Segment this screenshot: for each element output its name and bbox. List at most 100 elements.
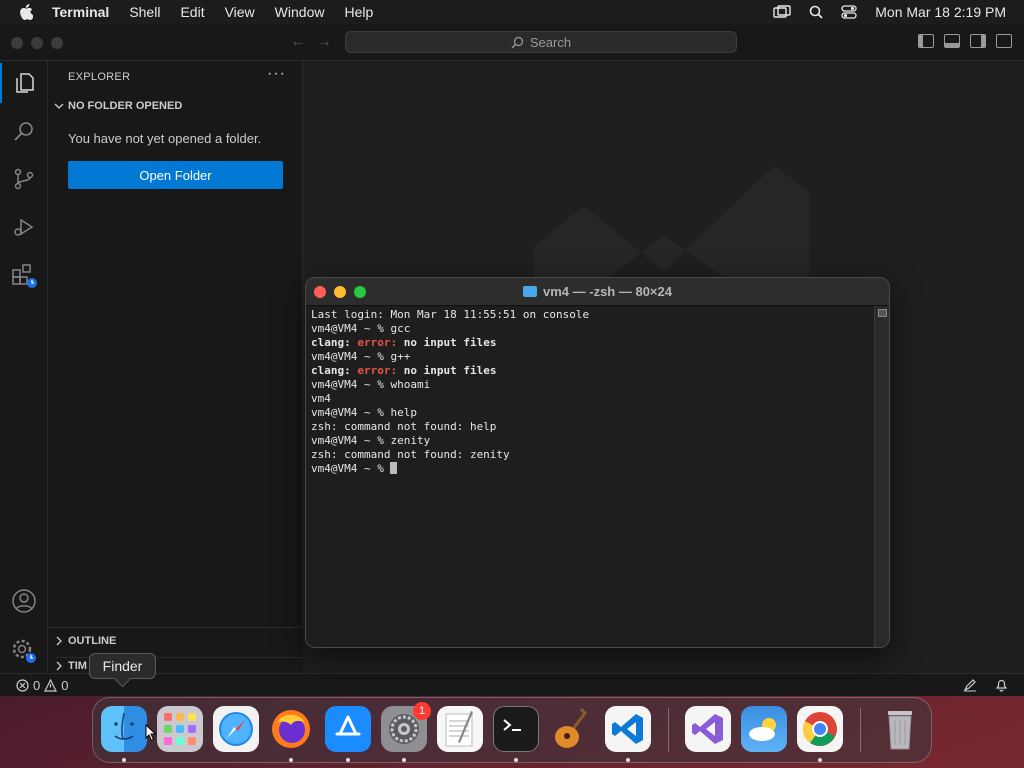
window-close-button[interactable] bbox=[11, 37, 23, 49]
explorer-sidebar: EXPLORER ··· NO FOLDER OPENED You have n… bbox=[48, 61, 303, 673]
toggle-secondary-sidebar-icon[interactable] bbox=[970, 34, 986, 48]
terminal-line: vm4@VM4 ~ % zenity bbox=[311, 434, 431, 447]
terminal-titlebar[interactable]: vm4 — -zsh — 80×24 bbox=[306, 278, 889, 306]
more-actions-icon[interactable]: ··· bbox=[267, 65, 286, 83]
menu-app-terminal[interactable]: Terminal bbox=[52, 4, 119, 20]
app-store-running-indicator bbox=[346, 758, 350, 762]
scroll-marker-icon bbox=[878, 309, 887, 317]
garageband-icon[interactable] bbox=[549, 706, 595, 752]
finder-running-indicator bbox=[122, 758, 126, 762]
terminal-title-text: vm4 — -zsh — 80×24 bbox=[543, 284, 672, 299]
terminal-cursor bbox=[390, 462, 398, 474]
vscode-icon[interactable] bbox=[605, 706, 651, 752]
chevron-right-icon bbox=[56, 636, 62, 646]
chevron-right-icon bbox=[56, 661, 62, 671]
dock: 1 bbox=[92, 697, 932, 763]
menu-shell[interactable]: Shell bbox=[119, 4, 170, 20]
problems-status[interactable]: 0 0 bbox=[0, 678, 68, 693]
terminal-line: vm4 bbox=[311, 392, 331, 405]
window-minimize-button[interactable] bbox=[31, 37, 43, 49]
terminal-icon[interactable] bbox=[493, 706, 539, 752]
app-store-icon[interactable] bbox=[325, 706, 371, 752]
firefox-icon[interactable] bbox=[268, 706, 314, 752]
folder-icon bbox=[523, 286, 537, 297]
menu-bar: Terminal Shell Edit View Window Help Mon… bbox=[0, 0, 1024, 24]
window-zoom-button[interactable] bbox=[51, 37, 63, 49]
vscode-titlebar: ← → Search bbox=[0, 24, 1024, 61]
finder-icon[interactable] bbox=[101, 706, 147, 752]
error-count: 0 bbox=[33, 677, 41, 693]
trash-icon[interactable] bbox=[877, 706, 923, 752]
terminal-prompt-line: vm4@VM4 ~ % bbox=[311, 462, 871, 476]
customize-layout-icon[interactable] bbox=[996, 34, 1012, 48]
terminal-line: Last login: Mon Mar 18 11:55:51 on conso… bbox=[311, 308, 590, 321]
command-center-placeholder: Search bbox=[529, 34, 572, 50]
no-folder-section-label: NO FOLDER OPENED bbox=[68, 100, 183, 112]
outline-section-header[interactable]: OUTLINE bbox=[54, 635, 116, 647]
menu-edit[interactable]: Edit bbox=[170, 4, 214, 20]
menu-help[interactable]: Help bbox=[334, 4, 383, 20]
terminal-running-indicator bbox=[514, 758, 518, 762]
extensions-icon[interactable] bbox=[0, 255, 48, 295]
no-folder-section-header[interactable]: NO FOLDER OPENED bbox=[54, 100, 182, 112]
settings-badge: 1 bbox=[413, 702, 431, 720]
back-arrow-icon[interactable]: ← bbox=[290, 33, 306, 51]
terminal-line: clang: error: no input files bbox=[311, 364, 497, 377]
chevron-down-icon bbox=[54, 103, 64, 109]
menu-view[interactable]: View bbox=[215, 4, 265, 20]
control-center-icon[interactable] bbox=[841, 5, 857, 19]
menubar-clock[interactable]: Mon Mar 18 2:19 PM bbox=[875, 4, 1006, 20]
search-icon bbox=[511, 36, 524, 49]
no-folder-message: You have not yet opened a folder. bbox=[68, 131, 262, 146]
terminal-output[interactable]: Last login: Mon Mar 18 11:55:51 on conso… bbox=[306, 306, 876, 647]
screen-mirroring-icon[interactable] bbox=[773, 5, 791, 19]
vscode-running-indicator bbox=[626, 758, 630, 762]
spotlight-search-icon[interactable] bbox=[809, 5, 823, 19]
open-folder-button[interactable]: Open Folder bbox=[68, 161, 283, 189]
terminal-line: zsh: command not found: help bbox=[311, 420, 497, 433]
dock-tooltip: Finder bbox=[89, 653, 156, 679]
command-center-search[interactable]: Search bbox=[345, 31, 737, 53]
menu-window[interactable]: Window bbox=[265, 4, 335, 20]
firefox-running-indicator bbox=[289, 758, 293, 762]
forward-arrow-icon[interactable]: → bbox=[316, 33, 332, 51]
manage-gear-icon[interactable] bbox=[0, 631, 48, 671]
run-and-debug-icon[interactable] bbox=[0, 207, 48, 247]
terminal-line: vm4@VM4 ~ % help bbox=[311, 406, 417, 419]
terminal-line: vm4@VM4 ~ % whoami bbox=[311, 378, 431, 391]
terminal-line: vm4@VM4 ~ % g++ bbox=[311, 350, 411, 363]
accounts-icon[interactable] bbox=[0, 581, 48, 621]
weather-icon[interactable] bbox=[741, 706, 787, 752]
warning-count: 0 bbox=[61, 677, 69, 693]
activity-bar bbox=[0, 61, 48, 673]
warning-icon bbox=[44, 678, 58, 692]
notifications-bell-icon[interactable] bbox=[995, 678, 1008, 692]
terminal-line: clang: error: no input files bbox=[311, 336, 497, 349]
sidebar-bottom-sections: OUTLINE TIM bbox=[48, 627, 303, 673]
terminal-title: vm4 — -zsh — 80×24 bbox=[306, 284, 889, 299]
terminal-line: zsh: command not found: zenity bbox=[311, 448, 510, 461]
mouse-pointer-icon bbox=[145, 724, 157, 742]
chrome-icon[interactable] bbox=[797, 706, 843, 752]
launchpad-icon[interactable] bbox=[157, 706, 203, 752]
timeline-section-label: TIM bbox=[68, 660, 87, 672]
safari-icon[interactable] bbox=[213, 706, 259, 752]
toggle-primary-sidebar-icon[interactable] bbox=[918, 34, 934, 48]
dock-separator bbox=[860, 708, 861, 752]
source-control-icon[interactable] bbox=[0, 159, 48, 199]
terminal-line: vm4@VM4 ~ % gcc bbox=[311, 322, 411, 335]
settings-running-indicator bbox=[402, 758, 406, 762]
toggle-panel-icon[interactable] bbox=[944, 34, 960, 48]
apple-menu-icon[interactable] bbox=[0, 4, 52, 20]
chrome-running-indicator bbox=[818, 758, 822, 762]
search-icon[interactable] bbox=[0, 111, 48, 151]
terminal-window: vm4 — -zsh — 80×24 Last login: Mon Mar 1… bbox=[305, 277, 890, 648]
layout-controls bbox=[918, 34, 1012, 48]
textedit-icon[interactable] bbox=[437, 706, 483, 752]
dock-separator bbox=[668, 708, 669, 752]
feedback-icon[interactable] bbox=[963, 678, 977, 692]
explorer-title: EXPLORER bbox=[68, 71, 131, 83]
terminal-scrollbar[interactable] bbox=[874, 306, 889, 647]
explorer-icon[interactable] bbox=[0, 63, 48, 103]
visual-studio-icon[interactable] bbox=[685, 706, 731, 752]
